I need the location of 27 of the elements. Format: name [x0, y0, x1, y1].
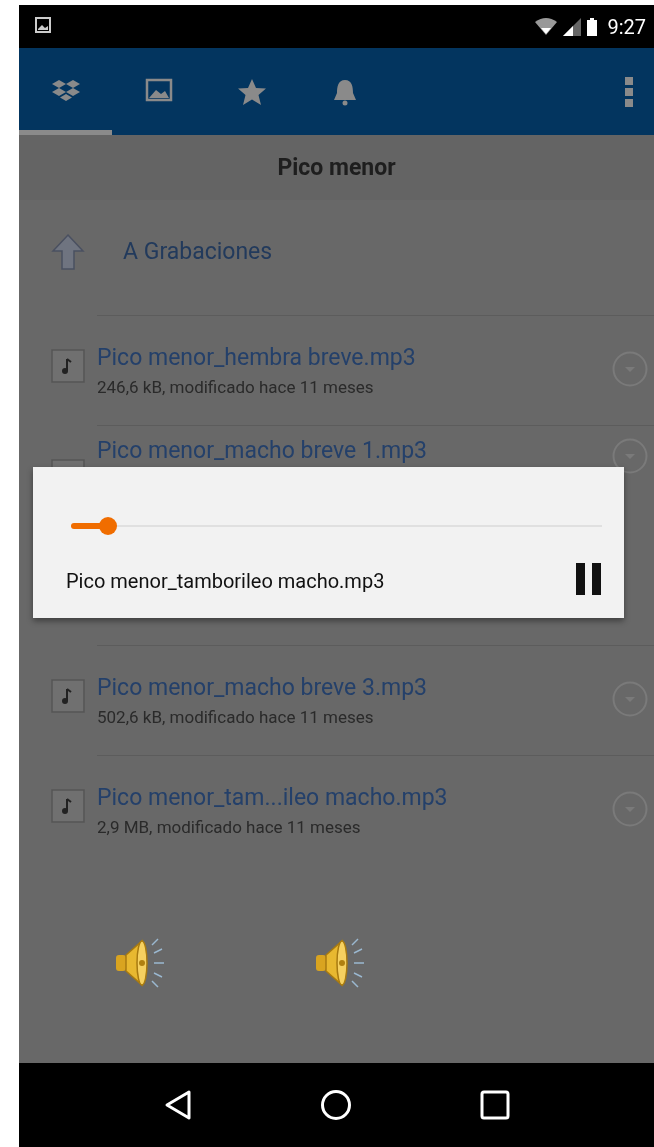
file-name[interactable]: Pico menor_macho breve 3.mp3 [97, 674, 427, 701]
recents-icon[interactable] [480, 1090, 511, 1120]
parent-folder-item[interactable]: A Grabaciones [19, 200, 654, 315]
image-icon [35, 16, 51, 33]
up-arrow-icon [51, 232, 85, 271]
dropdown-circle-icon[interactable] [612, 438, 648, 474]
signal-icon [563, 17, 582, 36]
home-icon[interactable] [320, 1089, 353, 1121]
file-name[interactable]: Pico menor_macho breve 1.mp3 [97, 438, 427, 464]
clock-time: 9:27 [607, 14, 646, 39]
folder-title: Pico menor [277, 154, 396, 181]
file-name[interactable]: Pico menor_hembra breve.mp3 [97, 344, 416, 371]
star-icon [236, 77, 267, 106]
battery-icon [587, 17, 598, 36]
file-details: 246,6 kB, modificado hace 11 meses [97, 377, 375, 397]
file-details: 502,6 kB, modificado hace 11 meses [97, 707, 375, 727]
music-file-icon [51, 679, 85, 713]
parent-folder-label: A Grabaciones [123, 238, 273, 265]
slider-thumb[interactable] [99, 517, 118, 535]
track-name: Pico menor_tamborileo macho.mp3 [66, 569, 385, 593]
file-name[interactable]: Pico menor_tam...ileo macho.mp3 [97, 784, 448, 811]
pause-icon[interactable] [576, 563, 602, 595]
file-details: 2,9 MB, modificado hace 11 meses [97, 817, 362, 837]
music-file-icon [51, 349, 85, 383]
menu-icon[interactable] [625, 76, 633, 107]
music-file-icon [51, 789, 85, 823]
wifi-icon [535, 17, 558, 36]
